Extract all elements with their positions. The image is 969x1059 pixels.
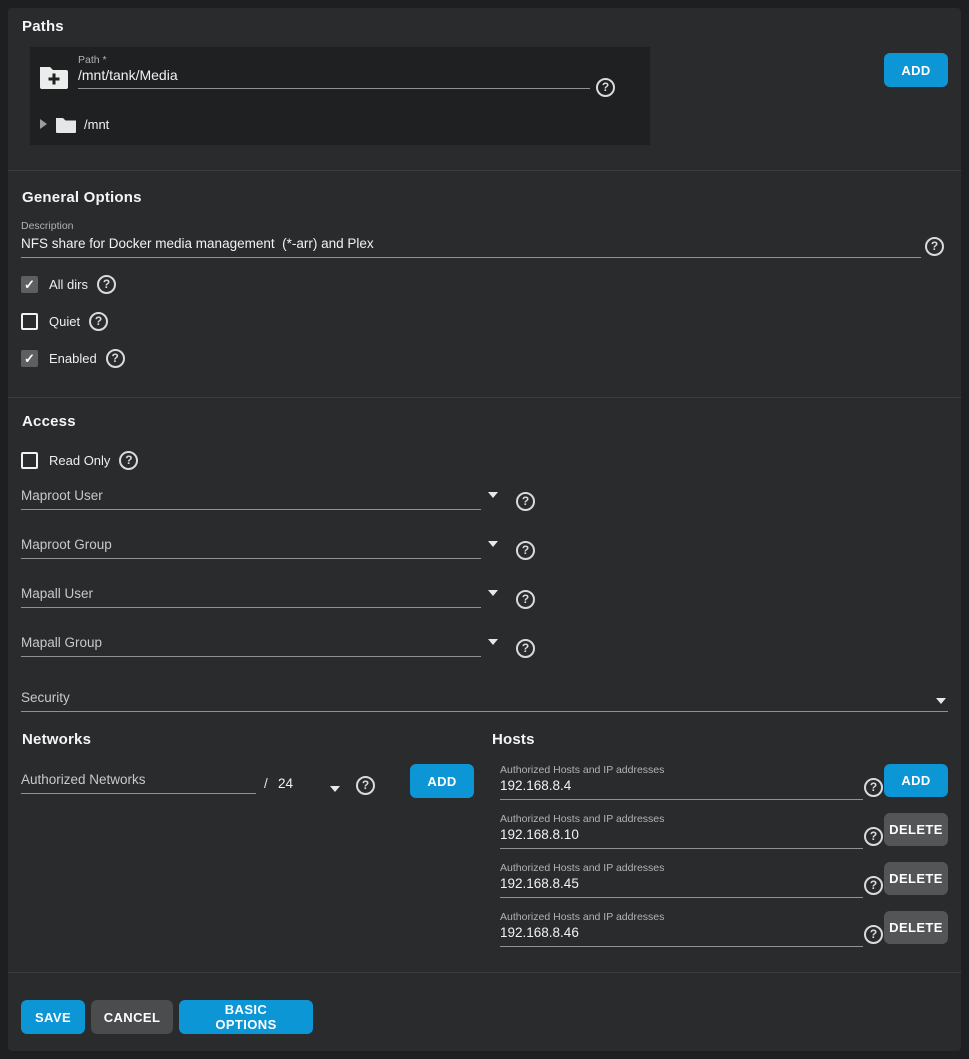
path-input[interactable] bbox=[78, 65, 590, 89]
description-label: Description bbox=[21, 220, 74, 232]
host-field-label: Authorized Hosts and IP addresses bbox=[500, 911, 664, 923]
path-help-icon[interactable]: ? bbox=[596, 78, 615, 97]
netmask-caret-icon[interactable] bbox=[330, 786, 340, 792]
description-input[interactable] bbox=[21, 234, 921, 258]
delete-host-button[interactable]: DELETE bbox=[884, 911, 948, 944]
host-field-label: Authorized Hosts and IP addresses bbox=[500, 862, 664, 874]
add-host-button[interactable]: ADD bbox=[884, 764, 948, 797]
netmask-separator: / bbox=[264, 776, 268, 791]
host-help-icon[interactable]: ? bbox=[864, 827, 883, 846]
host-help-icon[interactable]: ? bbox=[864, 778, 883, 797]
maproot-user-row: ? bbox=[21, 482, 551, 516]
add-path-button[interactable]: ADD bbox=[884, 53, 948, 87]
authorized-networks-input[interactable] bbox=[21, 770, 256, 794]
mapall-group-help-icon[interactable]: ? bbox=[516, 639, 535, 658]
dropdown-caret-icon[interactable] bbox=[488, 639, 498, 645]
mapall-user-help-icon[interactable]: ? bbox=[516, 590, 535, 609]
tree-item-label: /mnt bbox=[84, 117, 109, 132]
checkbox-row-read-only: Read Only ? bbox=[21, 451, 138, 470]
host-row: Authorized Hosts and IP addresses ? DELE… bbox=[492, 909, 961, 955]
netmask-select[interactable]: 24 bbox=[278, 776, 293, 791]
read-only-help-icon[interactable]: ? bbox=[119, 451, 138, 470]
dropdown-caret-icon[interactable] bbox=[488, 492, 498, 498]
enabled-checkbox[interactable]: ✓ bbox=[21, 350, 38, 367]
folder-plus-icon bbox=[38, 62, 70, 92]
security-select[interactable] bbox=[21, 688, 948, 712]
host-input[interactable] bbox=[500, 923, 863, 947]
mapall-user-select[interactable] bbox=[21, 584, 481, 608]
host-help-icon[interactable]: ? bbox=[864, 876, 883, 895]
host-row: Authorized Hosts and IP addresses ? ADD bbox=[492, 762, 961, 808]
mapall-group-select[interactable] bbox=[21, 633, 481, 657]
hosts-section-title: Hosts bbox=[492, 731, 535, 748]
save-button[interactable]: SAVE bbox=[21, 1000, 85, 1034]
dropdown-caret-icon[interactable] bbox=[488, 590, 498, 596]
tree-row-mnt[interactable]: /mnt bbox=[40, 111, 109, 137]
delete-host-button[interactable]: DELETE bbox=[884, 813, 948, 846]
section-divider bbox=[8, 397, 961, 398]
folder-icon bbox=[55, 116, 77, 133]
quiet-help-icon[interactable]: ? bbox=[89, 312, 108, 331]
maproot-group-row: ? bbox=[21, 531, 551, 565]
access-section-title: Access bbox=[22, 413, 76, 430]
maproot-group-select[interactable] bbox=[21, 535, 481, 559]
enabled-help-icon[interactable]: ? bbox=[106, 349, 125, 368]
add-network-button[interactable]: ADD bbox=[410, 764, 474, 798]
quiet-label: Quiet bbox=[49, 314, 80, 329]
section-divider bbox=[8, 170, 961, 171]
read-only-checkbox[interactable] bbox=[21, 452, 38, 469]
host-field-label: Authorized Hosts and IP addresses bbox=[500, 764, 664, 776]
checkbox-row-enabled: ✓ Enabled ? bbox=[21, 349, 125, 368]
dropdown-caret-icon[interactable] bbox=[936, 698, 946, 704]
footer-divider bbox=[8, 972, 961, 973]
cancel-button[interactable]: CANCEL bbox=[91, 1000, 173, 1034]
general-options-section-title: General Options bbox=[22, 189, 142, 206]
basic-options-button[interactable]: BASIC OPTIONS bbox=[179, 1000, 313, 1034]
delete-host-button[interactable]: DELETE bbox=[884, 862, 948, 895]
maproot-group-help-icon[interactable]: ? bbox=[516, 541, 535, 560]
host-row: Authorized Hosts and IP addresses ? DELE… bbox=[492, 811, 961, 857]
all-dirs-label: All dirs bbox=[49, 277, 88, 292]
maproot-user-select[interactable] bbox=[21, 486, 481, 510]
mapall-user-row: ? bbox=[21, 580, 551, 614]
form-card: Paths ADD Path * ? /mnt General Options … bbox=[8, 8, 961, 1051]
description-help-icon[interactable]: ? bbox=[925, 237, 944, 256]
all-dirs-help-icon[interactable]: ? bbox=[97, 275, 116, 294]
host-field-label: Authorized Hosts and IP addresses bbox=[500, 813, 664, 825]
host-input[interactable] bbox=[500, 825, 863, 849]
host-help-icon[interactable]: ? bbox=[864, 925, 883, 944]
dropdown-caret-icon[interactable] bbox=[488, 541, 498, 547]
enabled-label: Enabled bbox=[49, 351, 97, 366]
security-row bbox=[21, 684, 948, 718]
all-dirs-checkbox[interactable]: ✓ bbox=[21, 276, 38, 293]
path-explorer-panel: Path * ? /mnt bbox=[30, 47, 650, 145]
networks-section-title: Networks bbox=[22, 731, 91, 748]
host-row: Authorized Hosts and IP addresses ? DELE… bbox=[492, 860, 961, 906]
maproot-user-help-icon[interactable]: ? bbox=[516, 492, 535, 511]
checkbox-row-all-dirs: ✓ All dirs ? bbox=[21, 275, 116, 294]
mapall-group-row: ? bbox=[21, 629, 551, 663]
read-only-label: Read Only bbox=[49, 453, 110, 468]
expand-arrow-icon[interactable] bbox=[40, 119, 47, 129]
paths-section-title: Paths bbox=[22, 18, 64, 35]
networks-help-icon[interactable]: ? bbox=[356, 776, 375, 795]
quiet-checkbox[interactable] bbox=[21, 313, 38, 330]
host-input[interactable] bbox=[500, 874, 863, 898]
host-input[interactable] bbox=[500, 776, 863, 800]
checkbox-row-quiet: Quiet ? bbox=[21, 312, 108, 331]
